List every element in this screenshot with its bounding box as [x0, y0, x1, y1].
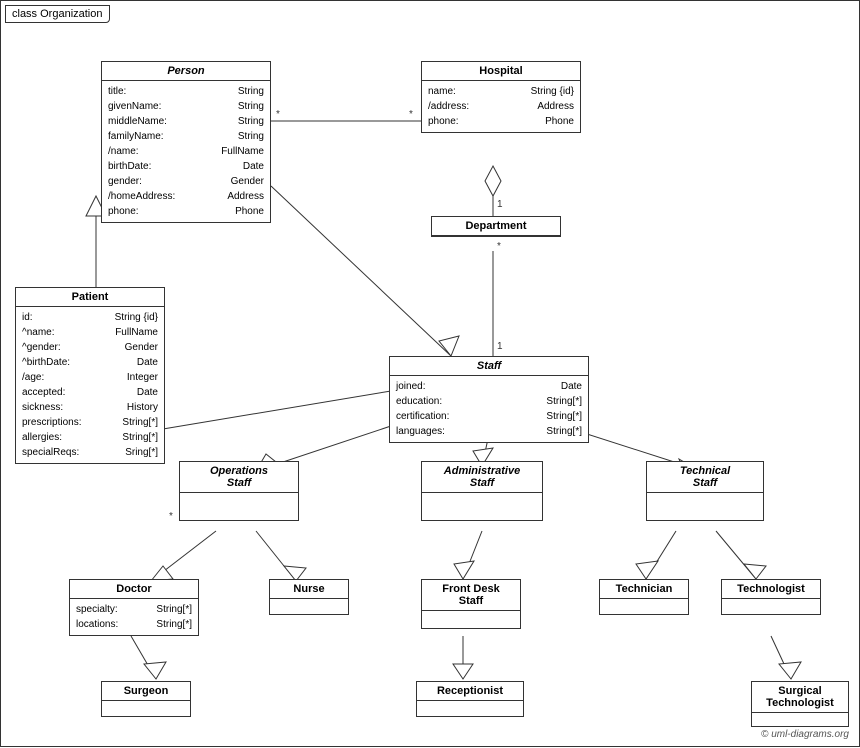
class-doctor: Doctor specialty:String[*] locations:Str… — [69, 579, 199, 636]
class-receptionist: Receptionist — [416, 681, 524, 717]
mult-hospital-dept-1: 1 — [497, 199, 503, 210]
class-administrative-staff: AdministrativeStaff — [421, 461, 543, 521]
person-attrs: title:String givenName:String middleName… — [102, 81, 270, 222]
technical-staff-name: TechnicalStaff — [647, 462, 763, 493]
mult-dept-staff-1: 1 — [497, 341, 503, 352]
class-technician: Technician — [599, 579, 689, 615]
surgeon-name: Surgeon — [102, 682, 190, 701]
class-hospital: Hospital name:String {id} /address:Addre… — [421, 61, 581, 133]
copyright: © uml-diagrams.org — [761, 729, 849, 740]
technician-name: Technician — [600, 580, 688, 599]
mult-person-hospital-left: * — [276, 109, 280, 120]
mult-hospital-dept-star: * — [497, 241, 501, 252]
patient-attrs: id:String {id} ^name:FullName ^gender:Ge… — [16, 307, 164, 463]
class-department: Department — [431, 216, 561, 237]
person-name: Person — [102, 62, 270, 81]
administrative-staff-name: AdministrativeStaff — [422, 462, 542, 493]
hospital-name: Hospital — [422, 62, 580, 81]
patient-name: Patient — [16, 288, 164, 307]
surgical-technologist-name: SurgicalTechnologist — [752, 682, 848, 713]
class-operations-staff: OperationsStaff — [179, 461, 299, 521]
receptionist-name: Receptionist — [417, 682, 523, 701]
technologist-name: Technologist — [722, 580, 820, 599]
hospital-attrs: name:String {id} /address:Address phone:… — [422, 81, 580, 132]
department-name: Department — [432, 217, 560, 236]
nurse-name: Nurse — [270, 580, 348, 599]
class-nurse: Nurse — [269, 579, 349, 615]
doctor-attrs: specialty:String[*] locations:String[*] — [70, 599, 198, 635]
staff-name: Staff — [390, 357, 588, 376]
class-staff: Staff joined:Date education:String[*] ce… — [389, 356, 589, 443]
mult-ops-star: * — [169, 511, 173, 522]
diagram-title: class Organization — [5, 5, 110, 23]
class-technologist: Technologist — [721, 579, 821, 615]
class-technical-staff: TechnicalStaff — [646, 461, 764, 521]
class-surgeon: Surgeon — [101, 681, 191, 717]
class-patient: Patient id:String {id} ^name:FullName ^g… — [15, 287, 165, 464]
mult-person-hospital-right: * — [409, 109, 413, 120]
staff-attrs: joined:Date education:String[*] certific… — [390, 376, 588, 442]
class-person: Person title:String givenName:String mid… — [101, 61, 271, 223]
operations-staff-name: OperationsStaff — [180, 462, 298, 493]
diagram-container: class Organization — [0, 0, 860, 747]
front-desk-staff-name: Front DeskStaff — [422, 580, 520, 611]
doctor-name: Doctor — [70, 580, 198, 599]
class-front-desk-staff: Front DeskStaff — [421, 579, 521, 629]
class-surgical-technologist: SurgicalTechnologist — [751, 681, 849, 727]
